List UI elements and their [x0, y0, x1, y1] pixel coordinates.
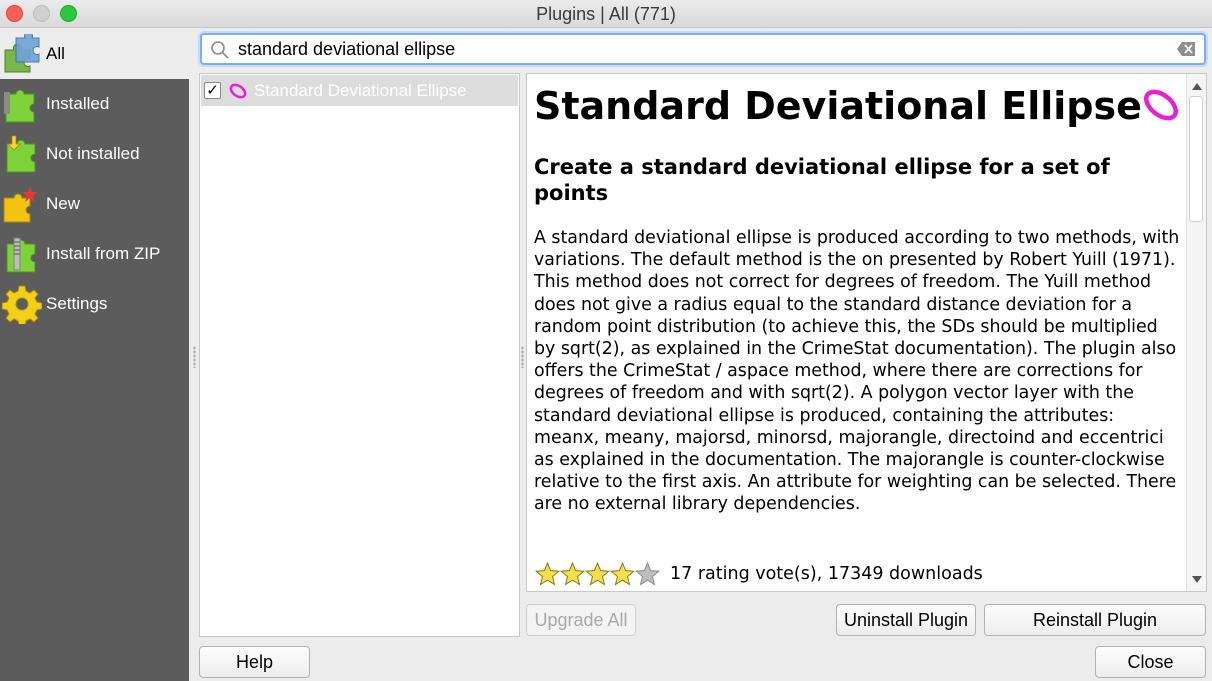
title-bar: Plugins | All (771) [0, 0, 1212, 28]
star-filled-icon [560, 562, 585, 586]
plugin-enabled-checkbox[interactable]: ✓ [204, 82, 221, 99]
plugin-description: A standard deviational ellipse is produc… [534, 228, 1180, 515]
sidebar-item-install-from-zip[interactable]: Install from ZIP [0, 229, 189, 279]
star-filled-icon [535, 562, 560, 586]
star-empty-icon [635, 562, 660, 586]
star-filled-icon [585, 562, 610, 586]
puzzle-download-icon [2, 134, 42, 174]
search-input[interactable] [238, 36, 1158, 62]
search-icon [210, 40, 230, 65]
sidebar-item-label: Install from ZIP [46, 244, 161, 263]
puzzle-zip-icon [2, 234, 42, 274]
plugin-details: Standard Deviational Ellipse Create a st… [526, 73, 1207, 592]
ellipse-icon [1140, 85, 1182, 130]
ellipse-icon [228, 82, 248, 100]
uninstall-plugin-button[interactable]: Uninstall Plugin [836, 604, 976, 636]
upgrade-all-button[interactable]: Upgrade All [526, 604, 636, 636]
plugin-subtitle: Create a standard deviational ellipse fo… [534, 155, 1110, 205]
sidebar: All Installed Not installed New Install … [0, 29, 189, 681]
sidebar-item-installed[interactable]: Installed [0, 79, 189, 129]
scroll-down-icon[interactable] [1192, 570, 1202, 588]
sidebar-item-not-installed[interactable]: Not installed [0, 129, 189, 179]
close-button[interactable]: Close [1095, 646, 1206, 678]
splitter-handle[interactable] [193, 346, 196, 368]
sidebar-item-label: Installed [46, 94, 110, 113]
gear-icon [2, 284, 42, 324]
puzzle-new-icon [2, 184, 42, 224]
maximize-window-button[interactable] [60, 5, 77, 22]
puzzle-installed-icon [2, 84, 42, 124]
sidebar-item-all[interactable]: All [0, 29, 189, 79]
reinstall-plugin-button[interactable]: Reinstall Plugin [984, 604, 1206, 636]
help-button[interactable]: Help [199, 646, 310, 678]
sidebar-item-settings[interactable]: Settings [0, 279, 189, 329]
sidebar-item-label: Settings [46, 294, 108, 313]
scroll-thumb[interactable] [1189, 96, 1203, 222]
search-box[interactable] [200, 33, 1206, 65]
plugin-rating: 17 rating vote(s), 17349 downloads [535, 562, 983, 586]
list-item-label: Standard Deviational Ellipse [254, 80, 467, 100]
plugin-list: ✓ Standard Deviational Ellipse [199, 73, 520, 637]
plugin-title: Standard Deviational Ellipse [534, 84, 1142, 128]
window-title: Plugins | All (771) [536, 4, 676, 24]
star-filled-icon [610, 562, 635, 586]
sidebar-item-new[interactable]: New [0, 179, 189, 229]
sidebar-item-label: New [46, 194, 81, 213]
minimize-window-button[interactable] [33, 5, 50, 22]
close-window-button[interactable] [6, 5, 23, 22]
clear-search-icon[interactable] [1176, 41, 1196, 62]
scroll-up-icon[interactable] [1192, 77, 1202, 95]
sidebar-item-label: All [46, 44, 65, 63]
details-scrollbar[interactable] [1186, 74, 1206, 591]
rating-text: 17 rating vote(s), 17349 downloads [670, 564, 983, 584]
puzzle-all-icon [2, 34, 42, 74]
sidebar-item-label: Not installed [46, 144, 140, 163]
list-item[interactable]: ✓ Standard Deviational Ellipse [201, 75, 518, 106]
rating-stars [535, 562, 660, 586]
splitter-handle[interactable] [521, 346, 524, 368]
